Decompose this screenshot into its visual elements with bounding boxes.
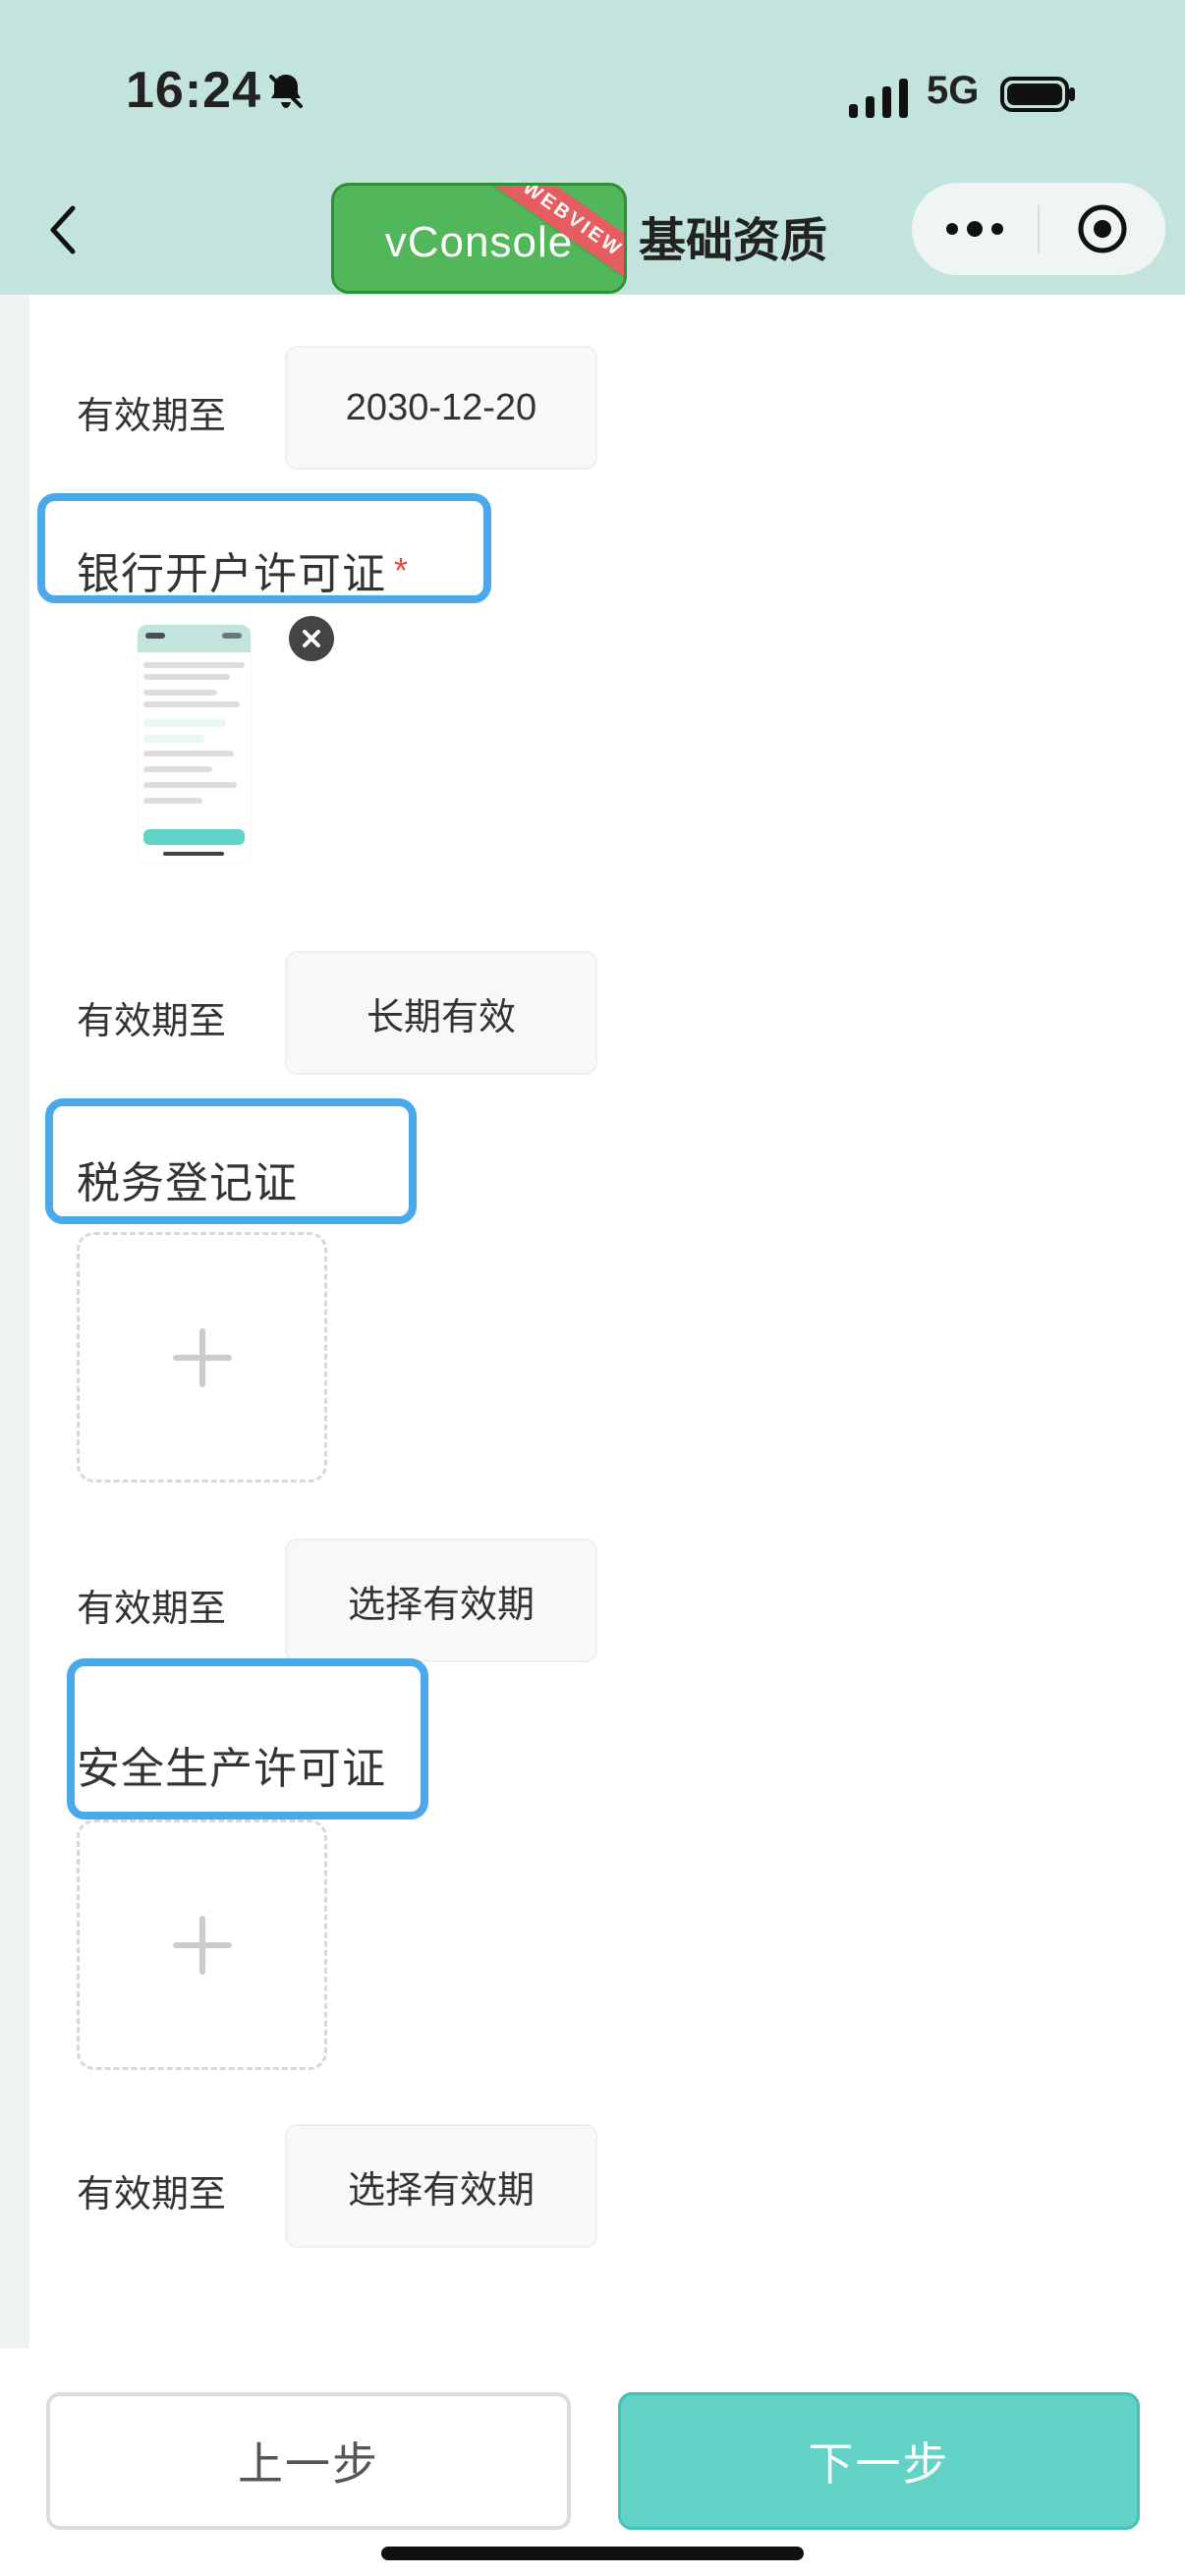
status-time: 16:24 <box>126 62 261 119</box>
page-title: 基础资质 <box>639 215 828 267</box>
close-icon <box>303 630 320 647</box>
top-header: 16:24 5G vConsole WEBVIEW 基础资质 <box>0 0 1185 295</box>
image-preview <box>138 625 251 863</box>
back-button[interactable] <box>45 202 79 257</box>
uploaded-thumbnail[interactable] <box>138 625 251 863</box>
validity-label: 有效期至 <box>77 396 227 437</box>
validity-value: 2030-12-20 <box>345 386 537 428</box>
close-miniprogram-button[interactable] <box>1040 183 1165 275</box>
battery-icon <box>1000 75 1077 114</box>
validity-value: 选择有效期 <box>347 2169 535 2212</box>
validity-label: 有效期至 <box>77 2174 227 2215</box>
validity-picker-business-license[interactable]: 2030-12-20 <box>285 346 597 470</box>
screen: 16:24 5G vConsole WEBVIEW 基础资质 有效期至 2030… <box>0 0 1185 2576</box>
more-button[interactable] <box>912 183 1038 275</box>
remove-image-button[interactable] <box>289 616 334 661</box>
bell-slash-icon <box>263 69 309 114</box>
required-mark: * <box>394 550 410 590</box>
section-title-safety-permit: 安全生产许可证 <box>77 1745 386 1793</box>
target-icon <box>1078 204 1127 253</box>
validity-picker-bank-permit[interactable]: 长期有效 <box>285 951 597 1075</box>
left-strip <box>0 295 29 2348</box>
mini-program-capsule <box>912 183 1165 275</box>
signal-bars-icon <box>849 73 908 118</box>
network-type: 5G <box>927 69 980 112</box>
validity-value: 长期有效 <box>366 996 516 1038</box>
upload-box-safety-permit[interactable] <box>77 1820 327 2070</box>
validity-picker-tax-registration[interactable]: 选择有效期 <box>285 1539 597 1662</box>
section-title-tax-registration: 税务登记证 <box>77 1159 298 1207</box>
more-dots-icon <box>946 221 1003 237</box>
section-title-bank-permit: 银行开户许可证 * <box>77 550 410 598</box>
validity-value: 选择有效期 <box>347 1584 535 1626</box>
next-step-button[interactable]: 下一步 <box>618 2392 1140 2530</box>
home-indicator <box>381 2547 804 2560</box>
upload-box-tax-registration[interactable] <box>77 1232 327 1483</box>
plus-icon <box>172 1327 232 1387</box>
plus-icon <box>172 1915 232 1975</box>
validity-label: 有效期至 <box>77 1589 227 1630</box>
vconsole-button[interactable]: vConsole WEBVIEW <box>331 183 627 294</box>
validity-picker-safety-permit[interactable]: 选择有效期 <box>285 2124 597 2248</box>
validity-label: 有效期至 <box>77 1001 227 1042</box>
chevron-left-icon <box>50 205 76 254</box>
vconsole-label: vConsole <box>384 217 574 266</box>
previous-step-button[interactable]: 上一步 <box>46 2392 571 2530</box>
